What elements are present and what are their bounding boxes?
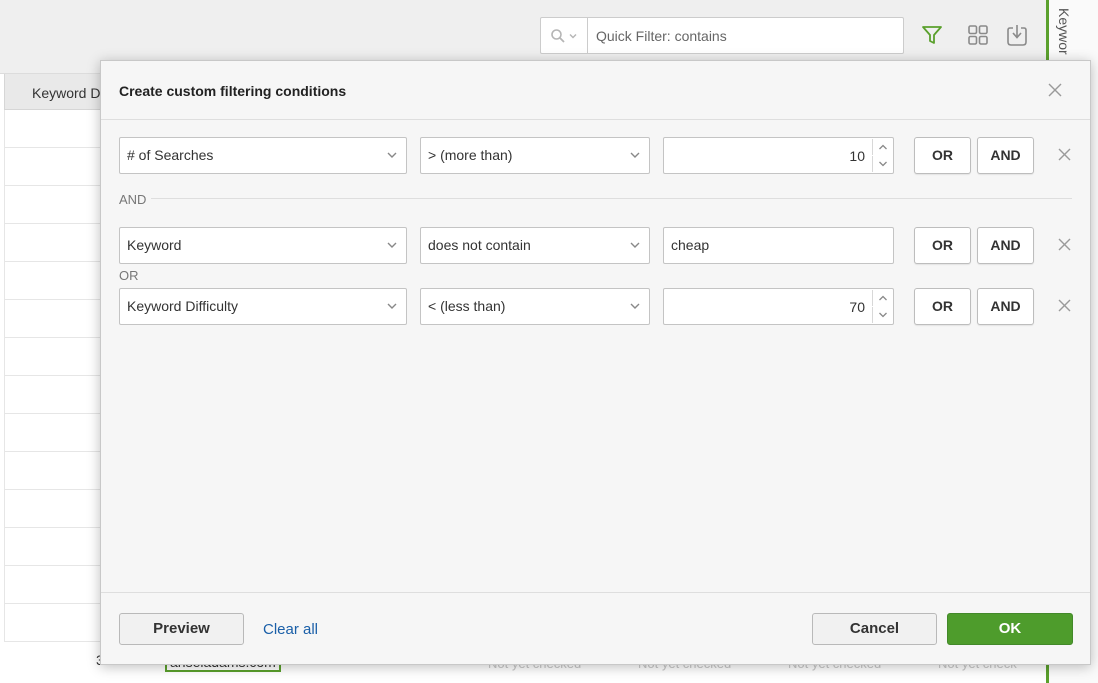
value-stepper-value: 10 <box>849 148 865 164</box>
chevron-down-icon <box>878 161 887 167</box>
operator-select-value: < (less than) <box>428 298 506 314</box>
close-button[interactable] <box>1044 79 1066 101</box>
chevron-down-icon <box>630 152 640 158</box>
field-select-value: Keyword Difficulty <box>127 298 239 314</box>
column-header[interactable]: Keyword D <box>32 85 100 101</box>
chevron-down-icon <box>569 33 577 38</box>
value-stepper-value: 70 <box>849 299 865 315</box>
operator-select-value: > (more than) <box>428 147 513 163</box>
filter-icon[interactable] <box>920 22 944 48</box>
remove-condition-button[interactable] <box>1055 235 1073 253</box>
and-joiner-label: AND <box>119 192 147 207</box>
cancel-button[interactable]: Cancel <box>812 613 937 645</box>
field-select[interactable]: Keyword Difficulty <box>119 288 407 325</box>
or-joiner-label: OR <box>119 268 139 283</box>
chevron-down-icon <box>630 242 640 248</box>
or-button[interactable]: OR <box>914 288 971 325</box>
field-select-value: # of Searches <box>127 147 214 163</box>
clear-all-link[interactable]: Clear all <box>263 621 318 638</box>
condition-row: Keyword Difficulty < (less than) 70 OR A… <box>119 288 1074 325</box>
quick-filter-input[interactable] <box>588 18 903 53</box>
decrement-button[interactable] <box>872 156 892 172</box>
field-select-value: Keyword <box>127 237 182 253</box>
filter-dialog: Create custom filtering conditions # of … <box>100 60 1091 665</box>
decrement-button[interactable] <box>872 307 892 323</box>
chevron-down-icon <box>387 303 397 309</box>
operator-select-value: does not contain <box>428 237 531 253</box>
condition-row: # of Searches > (more than) 10 OR AND <box>119 137 1074 174</box>
increment-button[interactable] <box>872 290 892 306</box>
divider <box>151 198 1072 199</box>
dialog-footer: Preview Clear all Cancel OK <box>101 592 1090 664</box>
operator-select[interactable]: < (less than) <box>420 288 650 325</box>
condition-row: Keyword does not contain cheap OR AND <box>119 227 1074 264</box>
close-icon <box>1058 238 1070 250</box>
search-options-button[interactable] <box>541 18 588 53</box>
close-icon <box>1048 83 1062 97</box>
chevron-up-icon <box>878 144 887 150</box>
close-icon <box>1058 299 1070 311</box>
grid-view-icon[interactable] <box>966 22 990 48</box>
quick-filter <box>540 17 904 54</box>
search-icon <box>551 28 565 43</box>
operator-select[interactable]: > (more than) <box>420 137 650 174</box>
stepper-controls <box>871 289 893 324</box>
stepper-controls <box>871 138 893 173</box>
dialog-title: Create custom filtering conditions <box>119 83 347 99</box>
or-button[interactable]: OR <box>914 227 971 264</box>
field-select[interactable]: # of Searches <box>119 137 407 174</box>
remove-condition-button[interactable] <box>1055 145 1073 163</box>
or-button[interactable]: OR <box>914 137 971 174</box>
side-panel-tab[interactable]: Keywor <box>1056 8 1072 55</box>
chevron-down-icon <box>630 303 640 309</box>
ok-button[interactable]: OK <box>947 613 1073 645</box>
chevron-down-icon <box>387 242 397 248</box>
and-button[interactable]: AND <box>977 137 1034 174</box>
value-stepper[interactable]: 10 <box>663 137 894 174</box>
and-button[interactable]: AND <box>977 288 1034 325</box>
operator-select[interactable]: does not contain <box>420 227 650 264</box>
and-button[interactable]: AND <box>977 227 1034 264</box>
export-icon[interactable] <box>1005 22 1029 48</box>
chevron-down-icon <box>387 152 397 158</box>
chevron-up-icon <box>878 295 887 301</box>
preview-button[interactable]: Preview <box>119 613 244 645</box>
field-select[interactable]: Keyword <box>119 227 407 264</box>
dialog-header: Create custom filtering conditions <box>101 61 1090 120</box>
increment-button[interactable] <box>872 139 892 155</box>
value-stepper[interactable]: 70 <box>663 288 894 325</box>
value-input[interactable]: cheap <box>663 227 894 264</box>
chevron-down-icon <box>878 312 887 318</box>
close-icon <box>1058 148 1070 160</box>
remove-condition-button[interactable] <box>1055 296 1073 314</box>
